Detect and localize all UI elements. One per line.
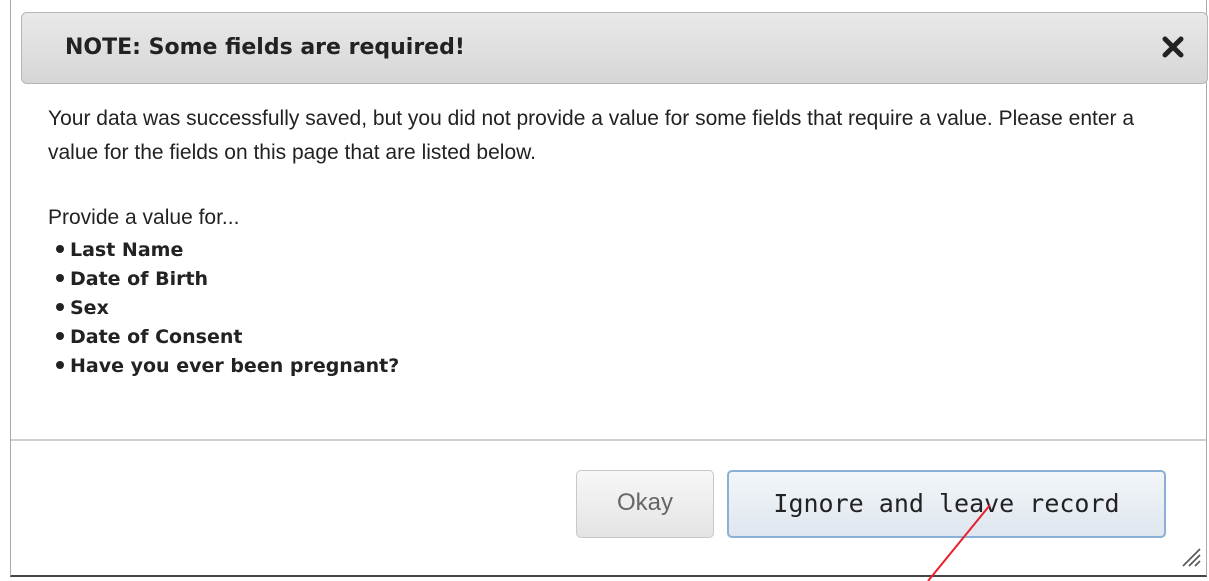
bullet-icon: [56, 332, 64, 340]
required-fields-list: Last Name Date of Birth Sex Date of Cons…: [48, 236, 1166, 381]
provide-value-label: Provide a value for...: [48, 206, 240, 229]
close-button[interactable]: [1159, 33, 1187, 61]
bullet-icon: [56, 361, 64, 369]
dialog-title: NOTE: Some fields are required!: [65, 35, 465, 60]
ignore-and-leave-button[interactable]: Ignore and leave record: [727, 470, 1166, 538]
list-item: Have you ever been pregnant?: [56, 352, 1166, 381]
required-fields-dialog: NOTE: Some fields are required! Your dat…: [10, 0, 1208, 577]
required-field-label: Date of Consent: [70, 326, 243, 348]
resize-grip[interactable]: [1179, 545, 1201, 567]
list-item: Sex: [56, 294, 1166, 323]
required-field-label: Last Name: [70, 239, 184, 261]
required-field-label: Have you ever been pregnant?: [70, 355, 400, 377]
required-field-label: Date of Birth: [70, 268, 209, 290]
button-pane-divider: [11, 439, 1206, 441]
dialog-message: Your data was successfully saved, but yo…: [48, 107, 1135, 164]
close-icon: [1162, 36, 1184, 58]
list-item: Date of Consent: [56, 323, 1166, 352]
list-item: Last Name: [56, 236, 1166, 265]
bullet-icon: [56, 303, 64, 311]
dialog-titlebar[interactable]: NOTE: Some fields are required!: [21, 12, 1208, 84]
list-item: Date of Birth: [56, 265, 1166, 294]
bullet-icon: [56, 274, 64, 282]
dialog-content: Your data was successfully saved, but yo…: [48, 102, 1166, 381]
okay-button[interactable]: Okay: [576, 470, 714, 538]
bullet-icon: [56, 245, 64, 253]
required-field-label: Sex: [70, 297, 109, 319]
resize-grip-icon: [1182, 548, 1201, 567]
